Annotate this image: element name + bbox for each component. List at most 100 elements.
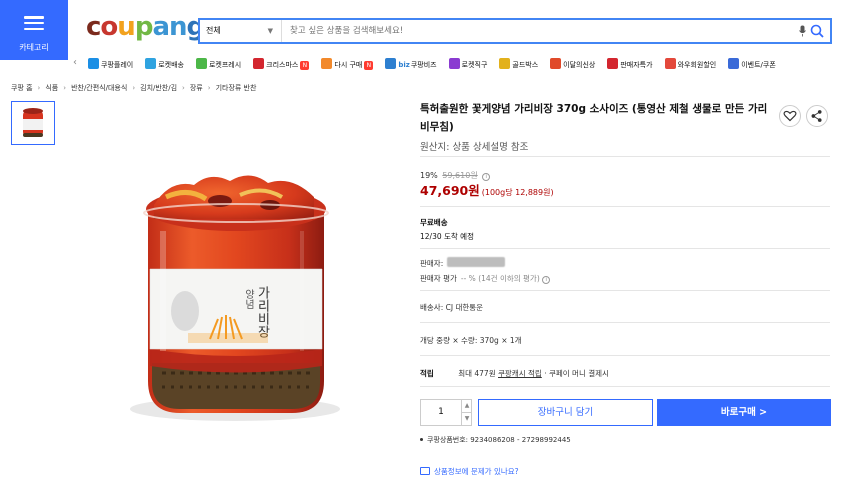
report-link[interactable]: 상품정보에 문제가 있나요? bbox=[420, 466, 519, 477]
search-category-select[interactable]: 전체 ▼ bbox=[200, 20, 282, 42]
category-button[interactable]: 카테고리 bbox=[0, 0, 68, 60]
wishlist-button[interactable] bbox=[779, 105, 801, 127]
divider bbox=[420, 355, 830, 356]
new-badge: N bbox=[300, 61, 310, 70]
sale-price: 47,690원 bbox=[420, 183, 480, 198]
shortcut-repurchase[interactable]: 다시 구매 N bbox=[321, 58, 374, 71]
shortcut-label: 로켓프레시 bbox=[208, 61, 242, 69]
coupon-icon bbox=[728, 58, 740, 69]
unit-price: (100g당 12,889원) bbox=[481, 188, 554, 197]
seller-name-blurred[interactable] bbox=[447, 257, 506, 267]
shortcut-label: 쿠팡플레이 bbox=[101, 61, 134, 69]
divider bbox=[420, 290, 830, 291]
search-bar: 전체 ▼ bbox=[198, 18, 832, 44]
quantity-stepper: 1 ▲ ▼ bbox=[420, 399, 472, 426]
breadcrumb-item[interactable]: 식품 bbox=[45, 84, 58, 92]
seller-rating-label: 판매자 평가 bbox=[420, 274, 457, 283]
logo-letter: u bbox=[117, 12, 135, 42]
buy-now-button[interactable]: 바로구매 > bbox=[657, 399, 831, 426]
heart-icon bbox=[783, 110, 797, 122]
product-title: 특허출원한 꽃게양념 가리비장 370g 소사이즈 (통영산 제철 생물로 만든… bbox=[420, 103, 768, 133]
logo-letter: a bbox=[152, 12, 170, 42]
option-info: 개당 중량 × 수량: 370g × 1개 bbox=[420, 336, 522, 345]
delivery-eta: 12/30 도착 예정 bbox=[420, 232, 474, 241]
share-icon bbox=[811, 110, 822, 122]
shortcut-label: 쿠팡비즈 bbox=[410, 61, 437, 69]
divider bbox=[420, 248, 830, 249]
shortcut-percent[interactable]: 판매자특가 bbox=[607, 58, 653, 71]
rewards-amount: 최대 477원 bbox=[458, 369, 496, 378]
shortcut-label: 로켓직구 bbox=[461, 61, 488, 69]
shortcut-wow[interactable]: 와우회원할인 bbox=[664, 58, 716, 71]
shortcut-label: 다시 구매 bbox=[334, 61, 363, 69]
shortcut-rocket-fresh[interactable]: 로켓프레시 bbox=[195, 58, 242, 71]
menu-icon bbox=[24, 16, 44, 31]
discount-rate: 19% bbox=[420, 171, 438, 180]
divider bbox=[420, 322, 830, 323]
shortcut-label: 크리스마스 bbox=[266, 61, 299, 69]
product-code: 쿠팡상품번호: 9234086208 - 27298992445 bbox=[427, 436, 571, 444]
search-icon[interactable] bbox=[810, 24, 824, 38]
shipping-info: 무료배송 12/30 도착 예정 bbox=[420, 216, 474, 244]
shortcut-santa[interactable]: 크리스마스 N bbox=[253, 58, 310, 71]
breadcrumb-item[interactable]: 기타장류 반찬 bbox=[216, 84, 257, 92]
product-code-row: 쿠팡상품번호: 9234086208 - 27298992445 bbox=[420, 435, 571, 445]
shortcut-goldbox[interactable]: 골드박스 bbox=[499, 58, 538, 71]
shortcut-bar: ‹ 쿠팡플레이 로켓배송 로켓프레시 크리스마스 N 다시 구매 Nbiz쿠팡비즈 로켓직구 골… bbox=[68, 54, 844, 74]
product-jar-image: 양념 가리비장 bbox=[70, 101, 400, 476]
thumbnail-jar-image bbox=[15, 105, 51, 141]
sale-price-row: 47,690원 (100g당 12,889원) bbox=[420, 180, 554, 199]
breadcrumb-item[interactable]: 쿠팡 홈 bbox=[11, 84, 33, 92]
search-input[interactable] bbox=[290, 20, 770, 42]
breadcrumb: 쿠팡 홈 › 식품 › 반찬/간편식/대용식 › 김치/반찬/김 › 장류 › 기타장류 반찬 bbox=[11, 83, 256, 93]
chevron-right-icon: › bbox=[207, 84, 211, 92]
thumbnail-selected[interactable] bbox=[11, 101, 55, 145]
new-icon bbox=[550, 58, 562, 69]
shortcut-biz[interactable]: biz쿠팡비즈 bbox=[385, 58, 437, 71]
coupang-logo[interactable]: coupang bbox=[86, 12, 205, 42]
free-shipping-label: 무료배송 bbox=[420, 218, 448, 227]
quantity-up-icon[interactable]: ▲ bbox=[461, 400, 472, 413]
shortcut-play[interactable]: 쿠팡플레이 bbox=[88, 58, 133, 71]
divider bbox=[420, 206, 830, 207]
wow-icon bbox=[664, 58, 676, 69]
logo-letter: c bbox=[86, 12, 101, 42]
shortcut-label: 판매자특가 bbox=[620, 61, 653, 69]
shortcut-label: 이달의신상 bbox=[563, 61, 596, 69]
logo-letter: o bbox=[100, 12, 118, 42]
report-link-text: 상품정보에 문제가 있나요? bbox=[434, 467, 519, 476]
search-category-label: 전체 bbox=[206, 26, 221, 35]
add-to-cart-button[interactable]: 장바구니 담기 bbox=[478, 399, 653, 426]
jar-label: 가리비장 bbox=[255, 286, 270, 338]
goldbox-icon bbox=[499, 58, 511, 69]
quantity-down-icon[interactable]: ▼ bbox=[461, 412, 472, 425]
chevron-right-icon: › bbox=[37, 84, 41, 92]
santa-icon bbox=[253, 58, 265, 69]
breadcrumb-item[interactable]: 장류 bbox=[190, 84, 203, 92]
bullet-icon bbox=[420, 438, 423, 441]
breadcrumb-item[interactable]: 반찬/간편식/대용식 bbox=[71, 84, 127, 92]
microphone-icon[interactable] bbox=[799, 25, 806, 37]
repurchase-icon bbox=[321, 58, 333, 69]
rocket-fresh-icon bbox=[195, 58, 207, 69]
caret-down-icon: ▼ bbox=[267, 27, 273, 35]
breadcrumb-item[interactable]: 김치/반찬/김 bbox=[140, 84, 177, 92]
logo-letter: p bbox=[134, 12, 154, 42]
quantity-input[interactable]: 1 bbox=[421, 400, 461, 425]
category-label: 카테고리 bbox=[19, 43, 49, 52]
main-product-image: 양념 가리비장 bbox=[70, 101, 400, 476]
shortcut-rocket[interactable]: 로켓배송 bbox=[145, 58, 184, 71]
global-icon bbox=[448, 58, 460, 69]
seller-label: 판매자: bbox=[420, 259, 444, 268]
chevron-left-icon[interactable]: ‹ bbox=[73, 57, 77, 68]
info-icon[interactable]: i bbox=[542, 276, 551, 284]
share-button[interactable] bbox=[806, 105, 828, 127]
logo-letter: n bbox=[168, 12, 187, 42]
shortcut-new[interactable]: 이달의신상 bbox=[550, 58, 595, 71]
divider bbox=[420, 386, 830, 387]
shortcut-global[interactable]: 로켓직구 bbox=[448, 58, 488, 71]
coupang-cash-link[interactable]: 쿠팡캐시 적립 bbox=[498, 369, 542, 378]
shortcut-coupon[interactable]: 이벤트/쿠폰 bbox=[728, 58, 776, 71]
original-price: 59,610원 bbox=[442, 171, 478, 180]
shortcut-label: 로켓배송 bbox=[158, 61, 184, 69]
